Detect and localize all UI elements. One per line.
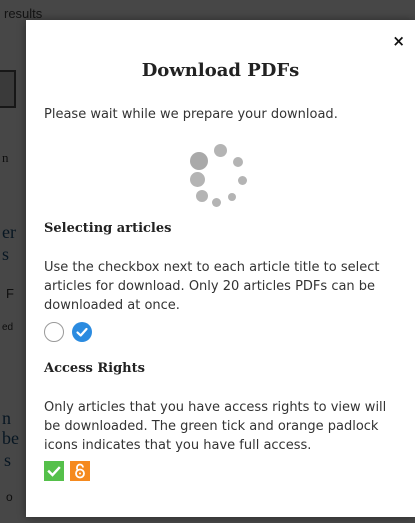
spinner-dot [228, 193, 236, 201]
download-pdfs-dialog: × Download PDFs Please wait while we pre… [26, 20, 415, 517]
selecting-articles-heading: Selecting articles [44, 221, 172, 236]
dialog-title: Download PDFs [141, 60, 300, 81]
open-padlock-icon [70, 461, 90, 481]
spinner-dot [212, 198, 221, 207]
close-button[interactable]: × [392, 34, 405, 49]
spinner-dot [238, 176, 247, 185]
spinner-dot [190, 152, 208, 170]
selecting-articles-text: Use the checkbox next to each article ti… [44, 260, 380, 313]
spinner-dot [196, 190, 208, 202]
access-rights-text: Only articles that you have access right… [44, 400, 387, 453]
wait-message: Please wait while we prepare your downlo… [44, 107, 338, 122]
spinner-dot [233, 157, 243, 167]
access-rights-heading: Access Rights [44, 361, 145, 376]
spinner-dot [214, 144, 227, 157]
green-tick-icon [44, 461, 64, 481]
checked-circle-icon [72, 322, 92, 342]
spinner-dot [190, 172, 205, 187]
loading-spinner-icon [186, 132, 262, 212]
close-icon[interactable]: × [392, 32, 405, 50]
unchecked-circle-icon [44, 322, 64, 342]
